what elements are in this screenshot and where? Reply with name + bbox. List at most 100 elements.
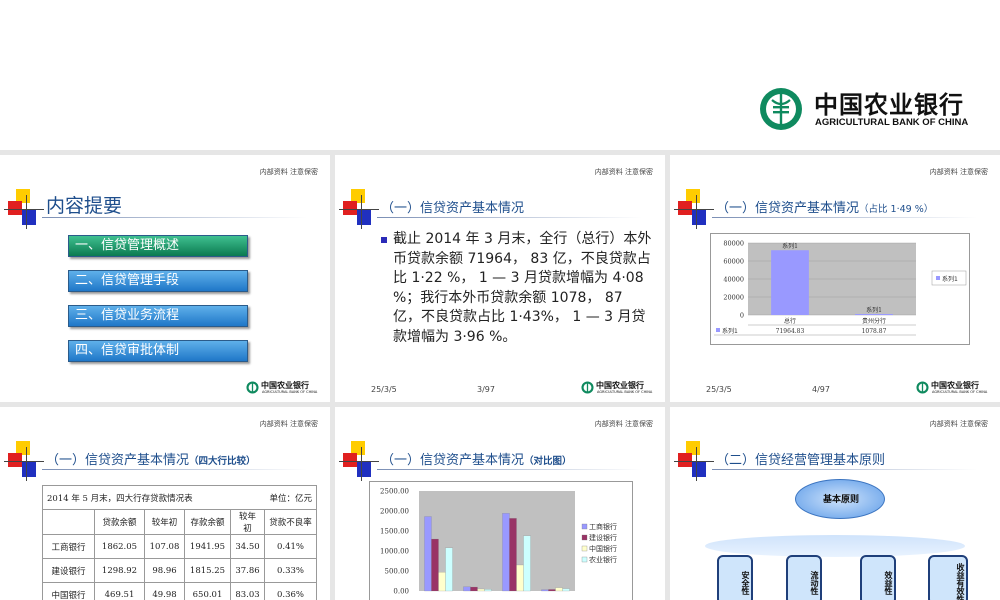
legend-label: 系列1 [942,275,958,283]
header-banner: 中国农业银行 AGRICULTURAL BANK OF CHINA [0,0,1000,150]
table-cell: 0.33% [264,558,317,583]
table-cell: 工商银行 [42,534,95,559]
table-cell: 0.41% [264,534,317,559]
slide-thumbnail-6[interactable]: 内部资料 注意保密 （一）信贷资产基本情况（对比图） 2500.00 2000.0… [335,407,665,600]
legend-key [581,523,588,530]
title-underline [42,217,307,218]
confidential-label: 内部资料 注意保密 [594,420,653,428]
table-cell: 98.96 [144,558,185,583]
abc-logo: 中国农业银行 AGRICULTURAL BANK OF CHINA [758,84,988,134]
bar [438,572,446,592]
table-cell: 83.03 [230,582,265,600]
menu-item-1[interactable]: 一、信贷管理概述 [68,235,248,257]
logo-chinese-name: 中国农业银行 [814,91,964,119]
slide-thumbnail-7[interactable]: 内部资料 注意保密 （二）信贷经营管理基本原则 基本原则 安全性 流动性 效益性… [670,407,1000,600]
table-cell: 0.36% [264,582,317,600]
four-banks-comparison-chart: 2500.00 2000.00 1500.00 1000.00 500.00 0.00 工商… [369,481,633,600]
table-cell: 建设银行 [42,558,95,583]
bar [555,587,563,592]
slide-title-main: （一）信贷资产基本情况 [46,453,190,468]
title-underline [712,217,977,218]
y-tick-label: 1500.00 [380,528,409,536]
table-header-cell: 较年初 [144,509,185,535]
slide-page-number: 3/97 [477,385,495,394]
legend-label: 农业银行 [589,555,617,564]
slide-date: 25/3/5 [706,385,732,394]
slide-title: （一）信贷资产基本情况（四大行比较） [46,449,256,468]
principle-box-profitability: 效益性 [860,555,896,600]
abc-seal-icon [581,381,594,394]
footer-logo-en: AGRICULTURAL BANK OF CHINA [932,390,988,394]
y-tick-label: 500.00 [385,568,410,576]
confidential-label: 内部资料 注意保密 [259,168,318,176]
bar [548,589,556,592]
menu-item-3[interactable]: 三、信贷业务流程 [68,305,248,327]
slide-title: （一）信贷资产基本情况（占比 1·49 %） [716,197,933,216]
slide-title: （一）信贷资产基本情况 [381,201,525,216]
confidential-label: 内部资料 注意保密 [594,168,653,176]
menu-item-2[interactable]: 二、信贷管理手段 [68,270,248,292]
bar [855,314,893,316]
table-cell: 1941.95 [184,534,231,559]
data-label: 系列1 [866,306,882,314]
slide-title-sub: （四大行比较） [189,456,256,467]
bar [470,586,478,592]
bar [502,513,510,592]
principle-box-liquidity: 流动性 [786,555,822,600]
table-cell: 1815.25 [184,558,231,583]
slide-thumbnail-4[interactable]: 内部资料 注意保密 （一）信贷资产基本情况（占比 1·49 %） 80000 60… [670,155,1000,402]
x-tick-label: 总行 [784,317,796,325]
table-unit: 单位：亿元 [230,485,317,510]
principles-arc [705,535,965,557]
y-tick-label: 80000 [723,240,744,248]
principle-box-safety: 安全性 [717,555,753,600]
table-header-cell: 存款余额 [184,509,231,535]
data-label: 系列1 [782,242,798,250]
legend-key [581,556,588,563]
footer-logo-en: AGRICULTURAL BANK OF CHINA [262,390,318,394]
slide-title-sub: （占比 1·49 %） [859,204,934,215]
bar [463,586,471,592]
legend-key [581,534,588,541]
slide-title-main: （一）信贷资产基本情况 [381,453,525,468]
legend-label: 中国银行 [589,544,617,553]
abc-seal-icon [246,381,259,394]
y-tick-label: 0.00 [393,588,409,596]
table-row: 建设银行 1298.92 98.96 1815.25 37.86 0.33% [42,558,317,583]
table-caption: 2014 年 5 月末，四大行存贷款情况表 [42,485,231,510]
table-row: 中国银行 469.51 49.98 650.01 83.03 0.36% [42,582,317,600]
slide-date: 25/3/5 [371,385,397,394]
y-tick-label: 0 [740,312,744,320]
principle-box-effectiveness: 收益有效性 [928,555,968,600]
logo-english-name: AGRICULTURAL BANK OF CHINA [815,117,969,128]
table-cell: 37.86 [230,558,265,583]
slide-thumbnail-5[interactable]: 内部资料 注意保密 （一）信贷资产基本情况（四大行比较） 2014 年 5 月末… [0,407,330,600]
title-underline [377,469,642,470]
bar [771,250,809,315]
body-paragraph: 截止 2014 年 3 月末，全行（总行）本外币贷款余额 71964， 83 亿… [393,231,652,345]
y-tick-label: 60000 [723,258,744,266]
table-cell: 107.08 [144,534,185,559]
y-tick-label: 2500.00 [380,488,409,496]
confidential-label: 内部资料 注意保密 [259,420,318,428]
table-cell: 1298.92 [94,558,145,583]
slide-page-number: 4/97 [812,385,830,394]
table-cell: 中国银行 [42,582,95,600]
bar [445,547,453,592]
deposit-loan-table: 2014 年 5 月末，四大行存贷款情况表 单位：亿元 贷款余额 较年初 存款余… [42,485,317,600]
bar [562,588,570,592]
menu-item-4[interactable]: 四、信贷审批体制 [68,340,248,362]
title-underline [712,469,977,470]
bullet-icon [381,237,387,243]
principles-label: 基本原则 [822,495,859,505]
confidential-label: 内部资料 注意保密 [929,168,988,176]
bar [431,538,439,592]
table-header-cell: 贷款余额 [94,509,145,535]
legend-key [716,328,720,332]
legend-label: 建设银行 [589,533,617,542]
table-header-cell: 较年初 [230,509,265,535]
legend-key [581,545,588,552]
legend-label: 工商银行 [589,522,617,531]
slide-thumbnail-3[interactable]: 内部资料 注意保密 （一）信贷资产基本情况 截止 2014 年 3 月末，全行（… [335,155,665,402]
slide-thumbnail-2[interactable]: 内部资料 注意保密 内容提要 一、信贷管理概述 二、信贷管理手段 三、信贷业务流… [0,155,330,402]
